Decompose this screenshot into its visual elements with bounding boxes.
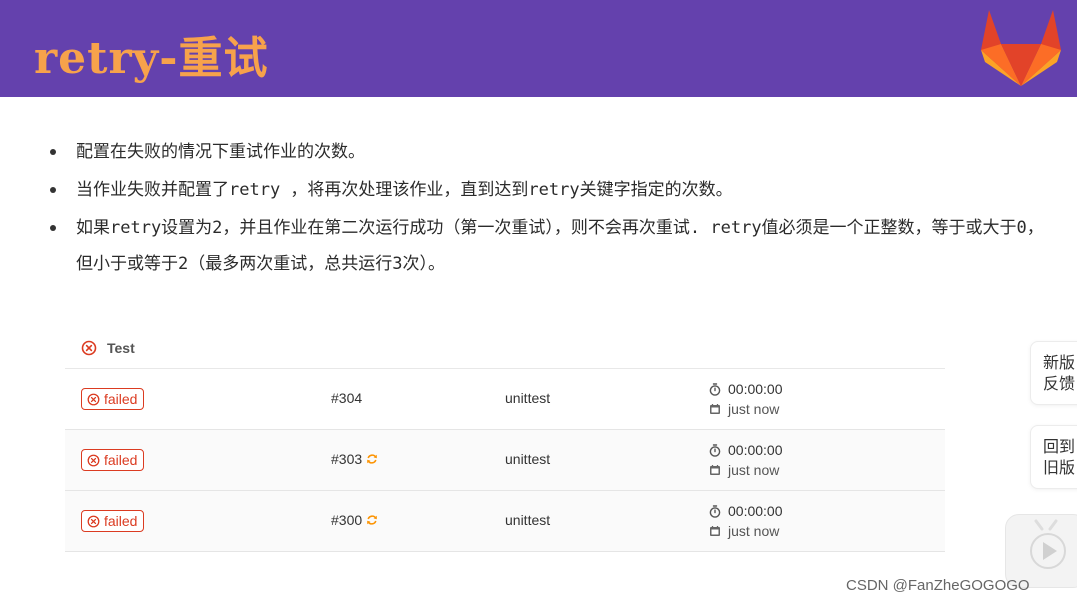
status-badge[interactable]: failed xyxy=(81,388,145,410)
gitlab-logo-icon xyxy=(981,10,1061,86)
bullet-item: 当作业失败并配置了retry ，将再次处理该作业，直到达到retry关键字指定的… xyxy=(48,172,1058,208)
job-id-link[interactable]: #300 xyxy=(331,512,378,528)
job-duration: 00:00:00 xyxy=(728,381,783,397)
back-old-line-1: 回到 xyxy=(1043,437,1076,456)
stopwatch-icon xyxy=(709,382,721,396)
job-id: #300 xyxy=(331,512,363,528)
job-id-link[interactable]: #303 xyxy=(331,451,378,467)
slide-title: retry-重试 xyxy=(34,33,269,84)
jobs-table: Test failed #304 unittest 00:00:00 just … xyxy=(65,330,945,552)
back-old-line-2: 旧版 xyxy=(1043,458,1076,477)
calendar-icon xyxy=(710,404,720,414)
calendar-icon xyxy=(710,526,720,536)
job-row: failed #303 unittest 00:00:00 just now xyxy=(65,430,945,491)
job-timing: 00:00:00 just now xyxy=(709,501,783,541)
status-label: failed xyxy=(104,452,138,468)
job-finished: just now xyxy=(728,401,780,417)
job-name: unittest xyxy=(505,512,551,528)
failed-circle-icon xyxy=(81,340,97,356)
status-badge[interactable]: failed xyxy=(81,449,145,471)
failed-circle-icon xyxy=(87,454,100,466)
retry-icon xyxy=(367,454,377,464)
stage-header: Test xyxy=(65,330,945,369)
job-duration: 00:00:00 xyxy=(728,442,783,458)
job-duration: 00:00:00 xyxy=(728,503,783,519)
job-id: #304 xyxy=(331,390,363,406)
job-row: failed #304 unittest 00:00:00 just now xyxy=(65,369,945,430)
job-id-link[interactable]: #304 xyxy=(331,390,362,406)
retry-icon xyxy=(367,515,377,525)
stopwatch-icon xyxy=(709,504,721,518)
job-timing: 00:00:00 just now xyxy=(709,440,783,480)
feedback-line-2: 反馈 xyxy=(1043,374,1076,393)
status-badge[interactable]: failed xyxy=(81,510,145,532)
calendar-icon xyxy=(710,465,720,475)
failed-circle-icon xyxy=(87,393,100,405)
job-timing: 00:00:00 just now xyxy=(709,379,783,419)
bullet-item: 如果retry设置为2，并且作业在第二次运行成功（第一次重试），则不会再次重试.… xyxy=(48,210,1058,282)
job-name: unittest xyxy=(505,451,551,467)
status-label: failed xyxy=(104,391,138,407)
bullet-item: 配置在失败的情况下重试作业的次数。 xyxy=(48,134,1058,170)
job-finished: just now xyxy=(728,523,780,539)
failed-circle-icon xyxy=(87,515,100,527)
bullet-list: 配置在失败的情况下重试作业的次数。 当作业失败并配置了retry ，将再次处理该… xyxy=(48,134,1058,284)
feedback-line-1: 新版 xyxy=(1043,353,1076,372)
status-label: failed xyxy=(104,513,138,529)
stage-name: Test xyxy=(107,340,135,356)
job-finished: just now xyxy=(728,462,780,478)
stopwatch-icon xyxy=(709,443,721,457)
job-id: #303 xyxy=(331,451,363,467)
new-version-feedback-button[interactable]: 新版 反馈 xyxy=(1030,341,1077,405)
slide-header: retry-重试 xyxy=(0,0,1077,97)
job-name: unittest xyxy=(505,390,551,406)
csdn-watermark: CSDN @FanZheGOGOGO xyxy=(846,577,1030,594)
job-row: failed #300 unittest 00:00:00 just now xyxy=(65,491,945,552)
back-to-old-version-button[interactable]: 回到 旧版 xyxy=(1030,425,1077,489)
